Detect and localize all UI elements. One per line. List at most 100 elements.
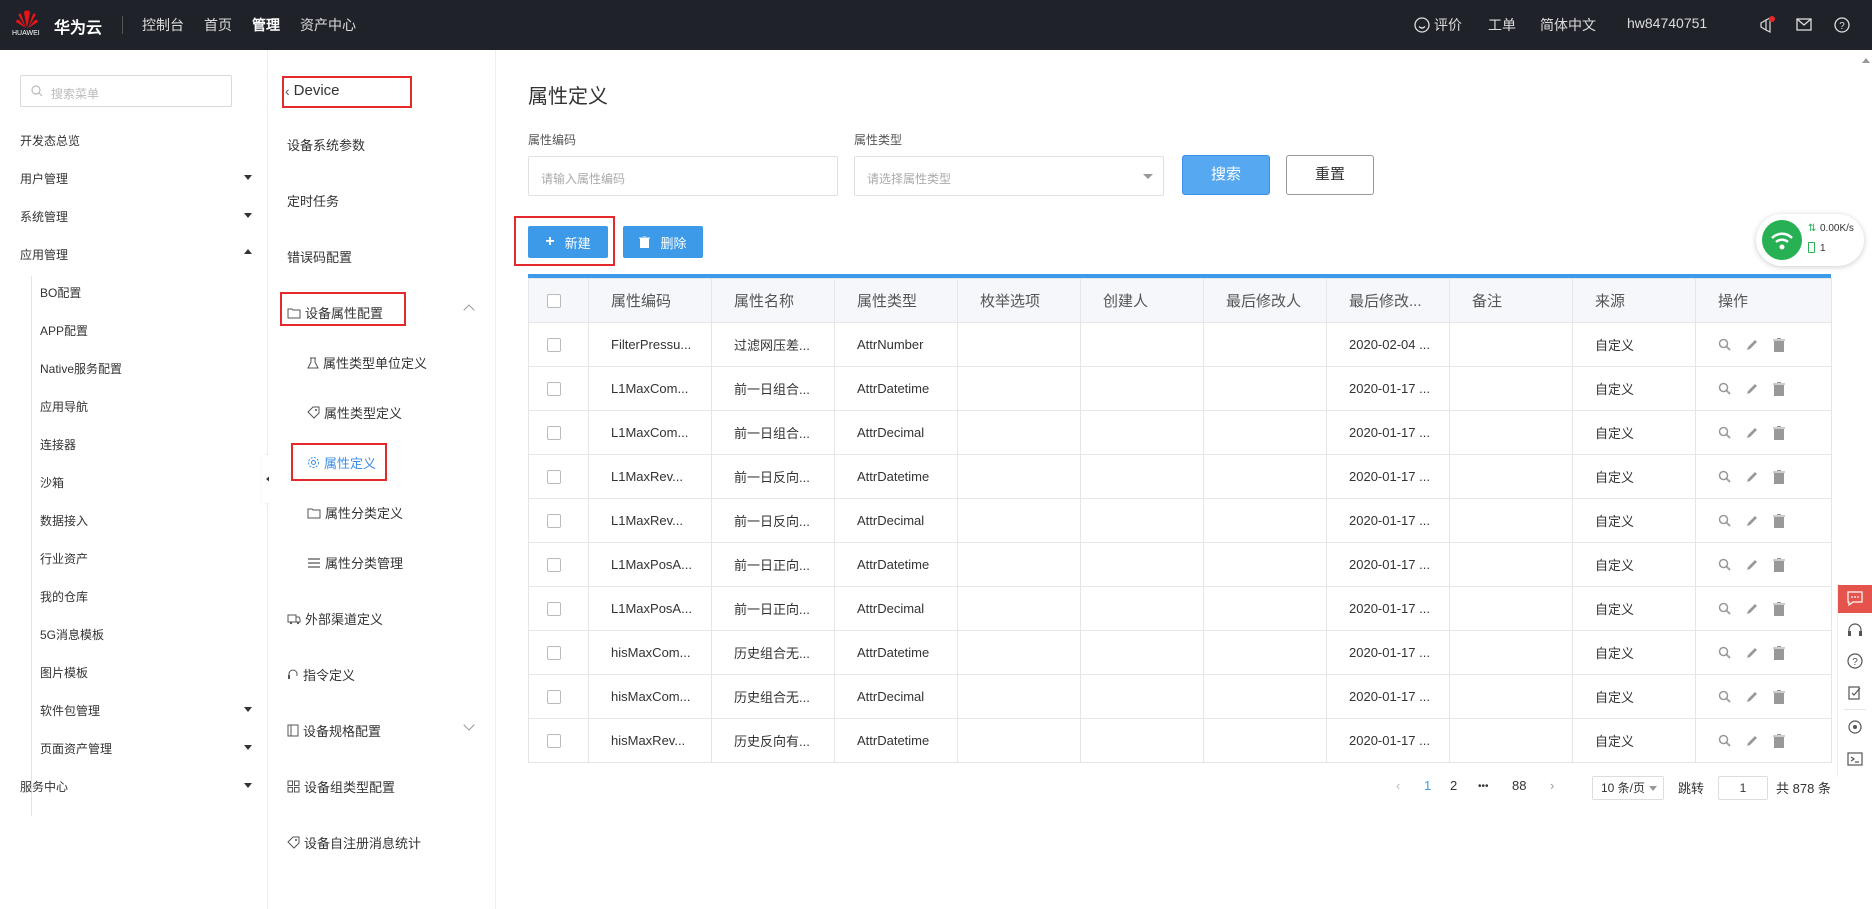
back-device-button[interactable]: ‹ Device: [285, 82, 340, 99]
sidebar-item-package-mgmt[interactable]: 软件包管理: [40, 702, 100, 719]
delete-button[interactable]: 删除: [623, 226, 703, 258]
sidebar-item-industry-assets[interactable]: 行业资产: [40, 550, 88, 567]
sidebar-item-connector[interactable]: 连接器: [40, 436, 76, 453]
page-scrollbar[interactable]: [1860, 52, 1872, 909]
ticket-link[interactable]: 工单: [1488, 15, 1516, 35]
column-header[interactable]: 属性编码: [588, 278, 712, 323]
sidebar-item-app-mgmt[interactable]: 应用管理: [20, 246, 68, 263]
view-icon[interactable]: [1718, 558, 1731, 571]
huawei-logo[interactable]: HUAWEI: [12, 9, 42, 41]
edit-icon[interactable]: [1745, 426, 1759, 440]
menu-sys-params[interactable]: 设备系统参数: [287, 135, 365, 154]
menu-timer-task[interactable]: 定时任务: [287, 191, 339, 210]
edit-icon[interactable]: [1745, 646, 1759, 660]
page-1[interactable]: 1: [1424, 778, 1431, 793]
view-icon[interactable]: [1718, 338, 1731, 351]
menu-group-type[interactable]: 设备组类型配置: [287, 777, 395, 796]
chevron-up-icon[interactable]: [244, 249, 252, 254]
menu-attr-definition[interactable]: 属性定义: [307, 453, 376, 472]
row-checkbox[interactable]: [547, 602, 561, 617]
menu-command-def[interactable]: 指令定义: [287, 665, 355, 684]
table-row[interactable]: L1MaxPosA... 前一日正向... AttrDecimal 2020-01-1…: [528, 586, 1832, 631]
menu-attr-category-def[interactable]: 属性分类定义: [307, 503, 403, 522]
menu-attr-category-mgmt[interactable]: 属性分类管理: [307, 553, 403, 572]
menu-search-input[interactable]: 搜索菜单: [20, 75, 232, 107]
sidebar-item-5g-template[interactable]: 5G消息模板: [40, 626, 104, 643]
mail-icon[interactable]: [1796, 18, 1812, 31]
scroll-up-icon[interactable]: [1862, 58, 1870, 63]
menu-attr-type[interactable]: 属性类型定义: [307, 403, 402, 422]
column-header[interactable]: 最后修改...: [1326, 278, 1450, 323]
sidebar-item-service-center[interactable]: 服务中心: [20, 778, 68, 795]
page-ellipsis[interactable]: •••: [1478, 781, 1489, 792]
prev-page-icon[interactable]: ‹: [1396, 778, 1400, 793]
smile-icon[interactable]: [1414, 17, 1430, 33]
table-row[interactable]: L1MaxCom... 前一日组合... AttrDatetime 2020-01-1…: [528, 366, 1832, 411]
network-speed-widget[interactable]: ⇅ 0.00K/s 1: [1756, 214, 1864, 266]
sidebar-item-data-access[interactable]: 数据接入: [40, 512, 88, 529]
page-size-select[interactable]: 10 条/页: [1592, 776, 1664, 800]
delete-icon[interactable]: [1773, 337, 1785, 352]
chevron-down-icon[interactable]: [244, 783, 252, 788]
chevron-down-icon[interactable]: [244, 745, 252, 750]
menu-ext-channel[interactable]: 外部渠道定义: [287, 609, 383, 628]
sidebar-item-native-service[interactable]: Native服务配置: [40, 360, 122, 377]
column-header[interactable]: 最后修改人: [1203, 278, 1327, 323]
language-switch[interactable]: 简体中文: [1540, 15, 1596, 35]
column-header[interactable]: 属性名称: [711, 278, 835, 323]
menu-error-code[interactable]: 错误码配置: [287, 247, 352, 266]
row-checkbox[interactable]: [547, 470, 561, 485]
view-icon[interactable]: [1718, 646, 1731, 659]
topnav-assets[interactable]: 资产中心: [300, 15, 356, 35]
sidebar-item-app-config[interactable]: APP配置: [40, 322, 88, 339]
chevron-down-icon[interactable]: [244, 213, 252, 218]
column-header[interactable]: 创建人: [1080, 278, 1204, 323]
column-header[interactable]: 枚举选项: [957, 278, 1081, 323]
delete-icon[interactable]: [1773, 601, 1785, 616]
row-checkbox[interactable]: [547, 426, 561, 441]
delete-icon[interactable]: [1773, 425, 1785, 440]
table-row[interactable]: L1MaxPosA... 前一日正向... AttrDatetime 2020-01-…: [528, 542, 1832, 587]
sidebar-item-bo-config[interactable]: BO配置: [40, 284, 81, 301]
menu-spec-config[interactable]: 设备规格配置: [287, 721, 381, 740]
feedback-link[interactable]: 评价: [1434, 15, 1462, 35]
column-header[interactable]: 来源: [1572, 278, 1696, 323]
view-icon[interactable]: [1718, 734, 1731, 747]
table-row[interactable]: hisMaxCom... 历史组合无... AttrDatetime 2020-01-…: [528, 630, 1832, 675]
reset-button[interactable]: 重置: [1286, 155, 1374, 195]
row-checkbox[interactable]: [547, 338, 561, 353]
delete-icon[interactable]: [1773, 645, 1785, 660]
row-checkbox[interactable]: [547, 734, 561, 749]
view-icon[interactable]: [1718, 602, 1731, 615]
row-checkbox[interactable]: [547, 514, 561, 529]
edit-icon[interactable]: [1745, 514, 1759, 528]
brand-name[interactable]: 华为云: [54, 14, 102, 38]
table-row[interactable]: L1MaxRev... 前一日反向... AttrDecimal 2020-01-17…: [528, 498, 1832, 543]
chevron-down-icon[interactable]: [463, 719, 475, 731]
sidebar-item-system-mgmt[interactable]: 系统管理: [20, 208, 68, 225]
column-header[interactable]: 属性类型: [834, 278, 958, 323]
next-page-icon[interactable]: ›: [1550, 778, 1554, 793]
row-checkbox[interactable]: [547, 690, 561, 705]
select-all-checkbox[interactable]: [547, 294, 561, 309]
new-button[interactable]: + 新建: [528, 226, 608, 258]
username[interactable]: hw84740751: [1627, 15, 1707, 31]
view-icon[interactable]: [1718, 514, 1731, 527]
edit-icon[interactable]: [1745, 382, 1759, 396]
edit-icon[interactable]: [1745, 470, 1759, 484]
topnav-manage[interactable]: 管理: [252, 15, 280, 35]
chevron-up-icon[interactable]: [463, 304, 475, 316]
delete-icon[interactable]: [1773, 557, 1785, 572]
sidebar-item-sandbox[interactable]: 沙箱: [40, 474, 64, 491]
row-checkbox[interactable]: [547, 558, 561, 573]
menu-self-register[interactable]: 设备自注册消息统计: [287, 833, 421, 852]
table-row[interactable]: L1MaxCom... 前一日组合... AttrDecimal 2020-01-17…: [528, 410, 1832, 455]
sidebar-item-dev-overview[interactable]: 开发态总览: [20, 132, 80, 149]
edit-icon[interactable]: [1745, 690, 1759, 704]
table-row[interactable]: FilterPressu... 过滤网压差... AttrNumber 2020-02…: [528, 322, 1832, 367]
sidebar-item-image-template[interactable]: 图片模板: [40, 664, 88, 681]
sidebar-item-page-assets[interactable]: 页面资产管理: [40, 740, 112, 757]
menu-attr-config[interactable]: 设备属性配置: [287, 303, 383, 322]
sidebar-item-app-nav[interactable]: 应用导航: [40, 398, 88, 415]
delete-icon[interactable]: [1773, 469, 1785, 484]
